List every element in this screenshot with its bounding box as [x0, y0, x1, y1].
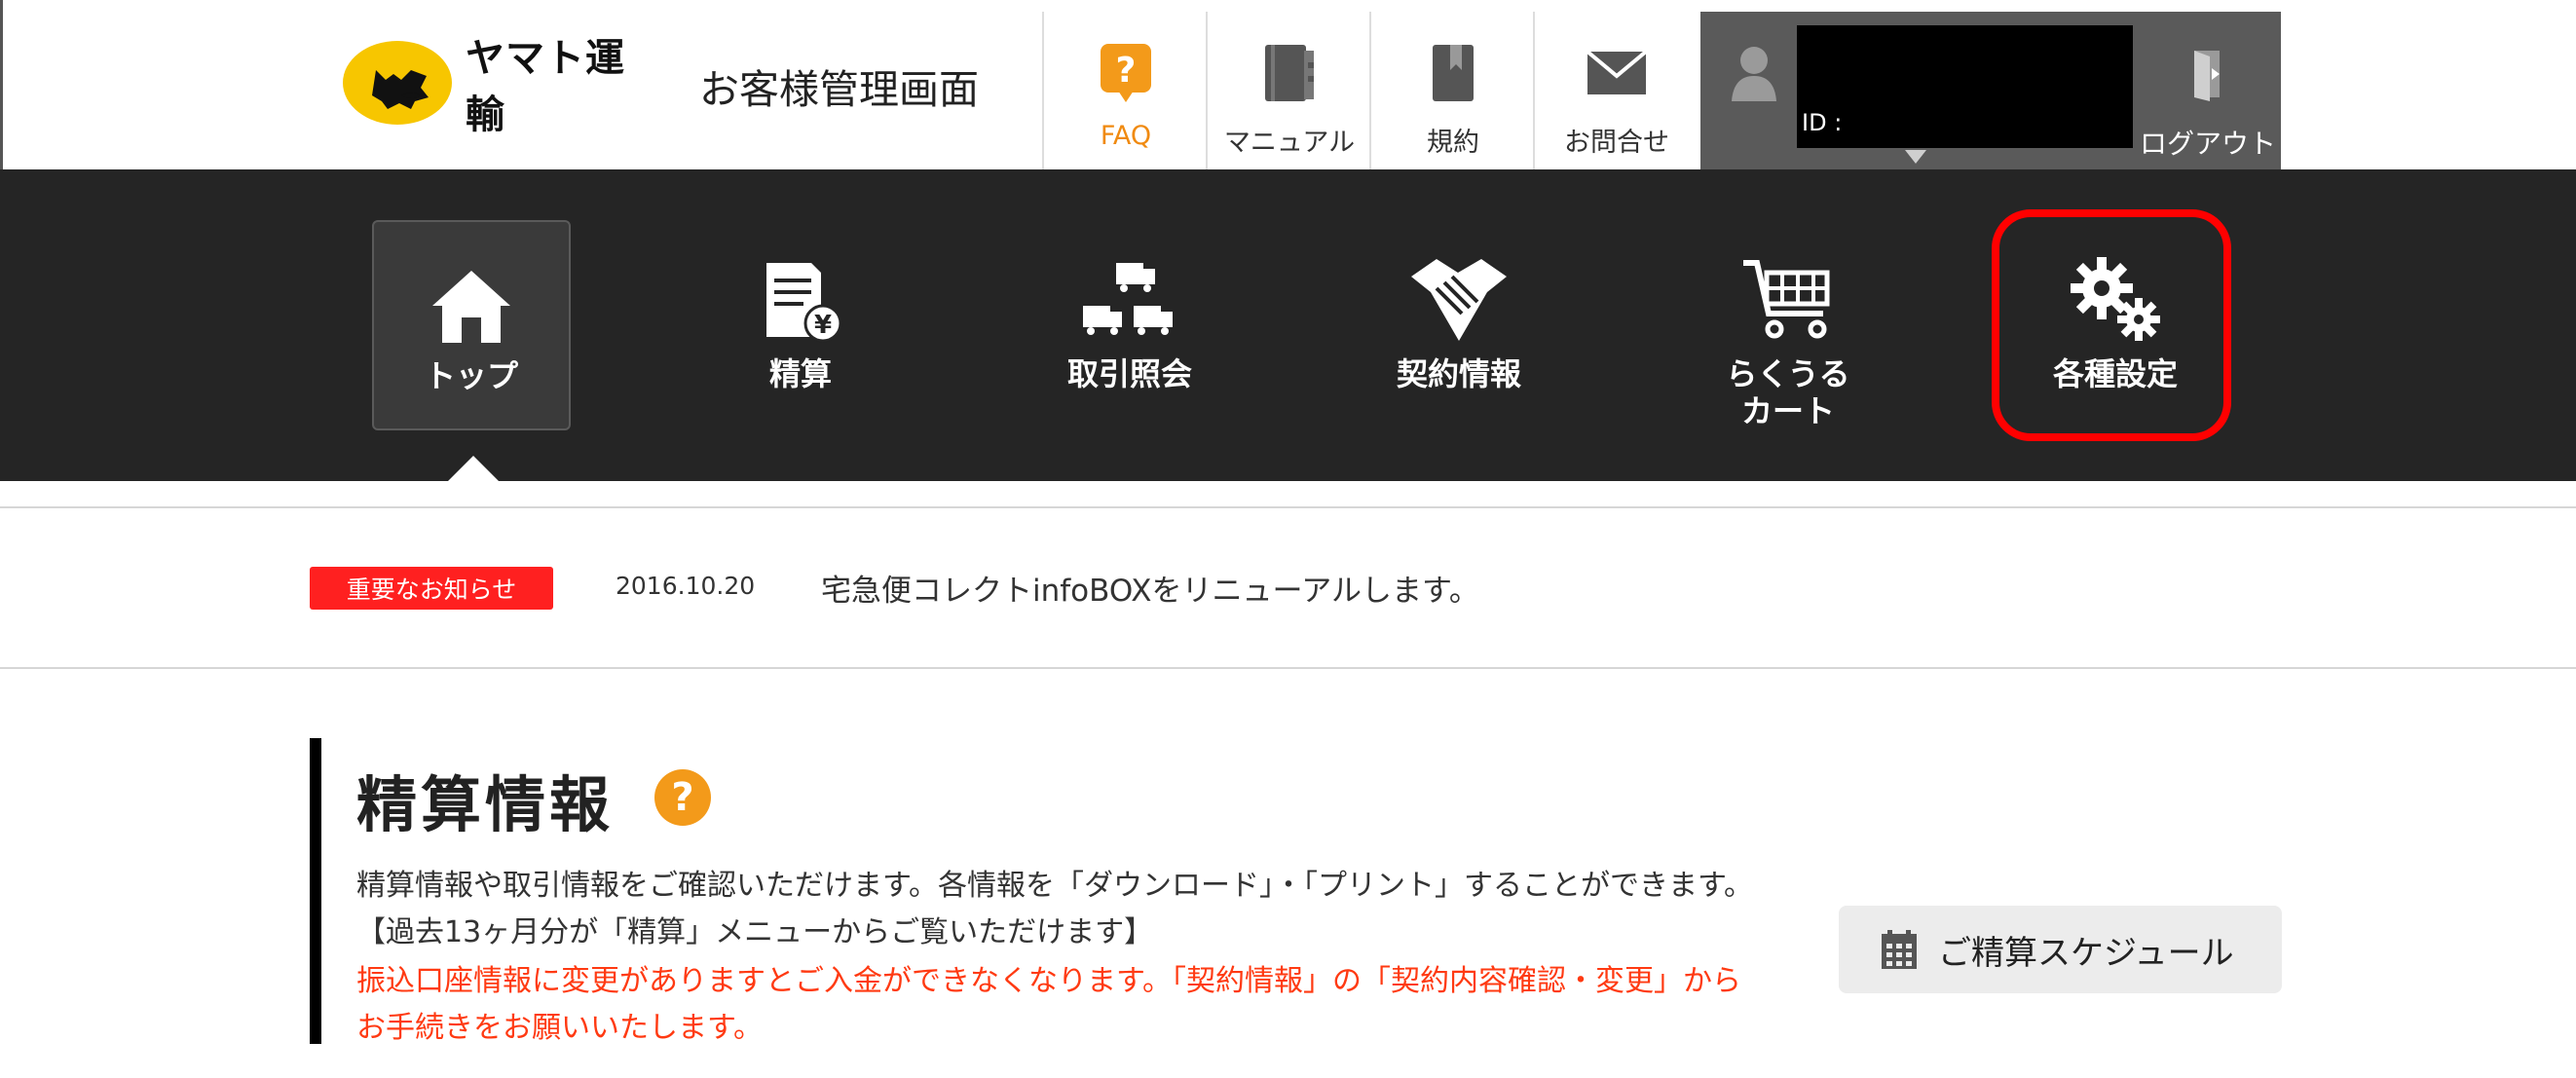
- bank-change-warning: お手続きをお願いいたします。: [356, 1011, 763, 1045]
- manual-icon: [1261, 39, 1318, 107]
- yamato-logo[interactable]: ヤマト運輸: [343, 36, 654, 137]
- notice-link[interactable]: 宅急便コレクトinfoBOXをリニューアルします。: [821, 566, 1479, 610]
- black-cat-logo-icon: [343, 41, 452, 125]
- calendar-icon: [1880, 928, 1921, 971]
- section-description: 精算情報や取引情報をご確認いただけます。各情報を「ダウンロード」・「プリント」す…: [356, 869, 1753, 903]
- svg-text:?: ?: [1116, 51, 1137, 91]
- header-nav-faq[interactable]: ? FAQ: [1042, 12, 1208, 169]
- terms-icon: [1429, 39, 1477, 107]
- user-menu-caret-icon[interactable]: [1905, 150, 1926, 164]
- main-nav-contract-info[interactable]: 契約情報: [1360, 220, 1558, 430]
- header-nav-terms[interactable]: 規約: [1369, 12, 1535, 169]
- logout-door-icon: [2188, 47, 2227, 105]
- logout-button[interactable]: ログアウト: [2135, 12, 2281, 169]
- brand-name: ヤマト運輸: [466, 36, 625, 137]
- home-icon: [430, 251, 512, 345]
- site-title: お客様管理画面: [699, 66, 979, 113]
- svg-text:¥: ¥: [814, 311, 832, 340]
- important-notice-badge: 重要なお知らせ: [310, 567, 553, 610]
- redacted-user-name: [1797, 25, 2133, 148]
- header-nav-manual[interactable]: マニュアル: [1206, 12, 1371, 169]
- main-nav-top[interactable]: トップ: [372, 220, 571, 430]
- settings-highlight-box: [1992, 209, 2231, 441]
- handshake-icon: [1407, 249, 1511, 343]
- notice-date: 2016.10.20: [616, 572, 756, 600]
- divider: [0, 667, 2576, 669]
- trucks-icon: [1079, 249, 1180, 343]
- header-nav-contact[interactable]: お問合せ: [1533, 12, 1699, 169]
- cart-icon: [1739, 249, 1837, 343]
- user-id-label: ID :: [1802, 109, 1843, 136]
- invoice-yen-icon: ¥: [759, 249, 842, 343]
- section-description: 【過去13ヶ月分が「精算」メニューからご覧いただけます】: [356, 915, 1154, 949]
- section-help-icon[interactable]: ?: [654, 769, 711, 826]
- main-nav-transactions[interactable]: 取引照会: [1030, 220, 1229, 430]
- active-tab-indicator: [448, 456, 499, 481]
- section-title: 精算情報: [356, 769, 615, 840]
- bank-change-warning: 振込口座情報に変更がありますとご入金ができなくなります。「契約情報」の「契約内容…: [356, 964, 1741, 998]
- main-nav-settlement[interactable]: ¥ 精算: [701, 220, 900, 430]
- mail-icon: [1585, 39, 1649, 107]
- settlement-schedule-button[interactable]: ご精算スケジュール: [1839, 906, 2282, 993]
- main-nav-rakuuru-cart[interactable]: らくうる カート: [1689, 220, 1887, 430]
- user-icon: [1730, 45, 1778, 107]
- divider: [0, 506, 2576, 508]
- help-icon: ?: [1099, 39, 1153, 107]
- section-accent-bar: [310, 738, 321, 1044]
